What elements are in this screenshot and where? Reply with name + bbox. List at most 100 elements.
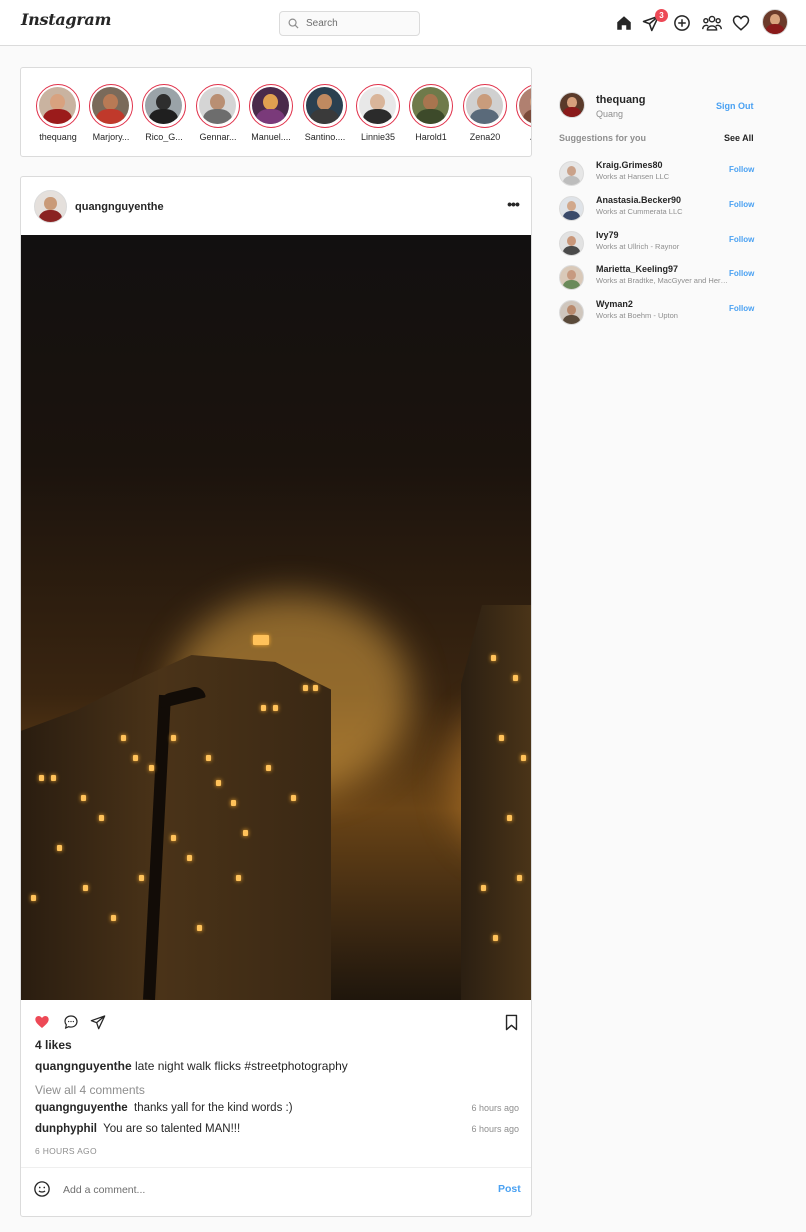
story-item[interactable]: Linnie35 xyxy=(352,84,404,142)
share-icon[interactable] xyxy=(87,1011,109,1033)
suggestion-subtitle: Works at Hansen LLC xyxy=(596,172,670,181)
add-comment-bar: Post xyxy=(21,1167,531,1216)
home-icon[interactable] xyxy=(612,11,636,35)
suggestion-item: Marietta_Keeling97 Works at Bradtke, Mac… xyxy=(559,264,759,292)
comment-row: dunphyphil You are so talented MAN!!! 6 … xyxy=(35,1123,519,1135)
instagram-logo[interactable]: Instagram xyxy=(21,10,111,29)
follow-button[interactable]: Follow xyxy=(729,235,754,244)
suggestion-subtitle: Works at Boehm - Upton xyxy=(596,311,678,320)
post-timestamp: 6 HOURS AGO xyxy=(35,1146,97,1156)
post-author-avatar[interactable] xyxy=(34,190,67,223)
story-username: Rico_G... xyxy=(145,132,183,142)
suggestion-item: Anastasia.Becker90 Works at Cummerata LL… xyxy=(559,195,759,223)
suggestion-username[interactable]: Wyman2 xyxy=(596,299,633,309)
like-heart-icon[interactable] xyxy=(31,1011,53,1033)
suggestion-username[interactable]: Kraig.Grimes80 xyxy=(596,160,663,170)
follow-button[interactable]: Follow xyxy=(729,269,754,278)
top-navigation-bar: Instagram 3 xyxy=(0,0,806,46)
story-avatar xyxy=(306,87,343,124)
story-avatar xyxy=(92,87,129,124)
post-caption: quangnguyenthe late night walk flicks #s… xyxy=(35,1059,348,1073)
messages-badge: 3 xyxy=(655,9,668,22)
post-author-username[interactable]: quangnguyenthe xyxy=(75,201,164,213)
story-avatar xyxy=(359,87,396,124)
suggestion-username[interactable]: Ivy79 xyxy=(596,230,619,240)
suggestion-subtitle: Works at Bradtke, MacGyver and Hermiston xyxy=(596,276,729,285)
story-item[interactable]: thequang xyxy=(32,84,84,142)
comment-text: thanks yall for the kind words :) xyxy=(134,1102,293,1114)
follow-button[interactable]: Follow xyxy=(729,165,754,174)
explore-people-icon[interactable] xyxy=(700,11,724,35)
story-item[interactable]: Alfo xyxy=(512,84,531,142)
search-icon xyxy=(288,18,299,29)
comment-input[interactable] xyxy=(63,1181,463,1199)
suggestion-subtitle: Works at Cummerata LLC xyxy=(596,207,683,216)
comment-username[interactable]: quangnguyenthe xyxy=(35,1102,128,1114)
current-user-avatar[interactable] xyxy=(559,92,585,118)
post-photo[interactable] xyxy=(21,235,531,1000)
new-post-icon[interactable] xyxy=(670,11,694,35)
suggestion-item: Kraig.Grimes80 Works at Hansen LLC Follo… xyxy=(559,160,759,188)
caption-username[interactable]: quangnguyenthe xyxy=(35,1059,132,1073)
suggestion-username[interactable]: Anastasia.Becker90 xyxy=(596,195,681,205)
story-username: thequang xyxy=(39,132,77,142)
building-silhouette xyxy=(21,655,331,1000)
suggestion-avatar[interactable] xyxy=(559,231,584,256)
post-comment-button[interactable]: Post xyxy=(498,1183,521,1195)
comment-icon[interactable] xyxy=(60,1011,82,1033)
profile-avatar[interactable] xyxy=(762,9,788,35)
comment-time: 6 hours ago xyxy=(471,1124,519,1134)
comment-time: 6 hours ago xyxy=(471,1103,519,1113)
follow-button[interactable]: Follow xyxy=(729,304,754,313)
search-box[interactable] xyxy=(279,11,420,36)
comment-row: quangnguyenthe thanks yall for the kind … xyxy=(35,1102,519,1114)
post-header: quangnguyenthe ••• xyxy=(21,177,531,235)
story-avatar xyxy=(412,87,449,124)
story-avatar xyxy=(252,87,289,124)
likes-count[interactable]: 4 likes xyxy=(35,1038,72,1052)
comment-text: You are so talented MAN!!! xyxy=(103,1123,241,1135)
story-username: Gennar... xyxy=(199,132,237,142)
story-avatar xyxy=(519,87,531,124)
story-avatar xyxy=(199,87,236,124)
story-username: Santino.... xyxy=(304,132,346,142)
story-item[interactable]: Manuel.... xyxy=(245,84,297,142)
current-user-username[interactable]: thequang xyxy=(596,94,646,106)
suggestion-item: Ivy79 Works at Ullrich - Raynor Follow xyxy=(559,230,759,258)
emoji-icon[interactable] xyxy=(33,1180,51,1198)
suggestion-avatar[interactable] xyxy=(559,196,584,221)
bookmark-icon[interactable] xyxy=(500,1011,522,1033)
view-all-comments-link[interactable]: View all 4 comments xyxy=(35,1083,145,1097)
stories-tray: thequang Marjory... Rico_G... Gennar... … xyxy=(20,67,532,157)
more-options-icon[interactable]: ••• xyxy=(503,196,523,214)
story-item[interactable]: Harold1 xyxy=(405,84,457,142)
suggestion-subtitle: Works at Ullrich - Raynor xyxy=(596,242,680,251)
activity-heart-icon[interactable] xyxy=(729,11,753,35)
caption-text: late night walk flicks #streetphotograph… xyxy=(135,1059,348,1073)
story-item[interactable]: Marjory... xyxy=(85,84,137,142)
suggestion-item: Wyman2 Works at Boehm - Upton Follow xyxy=(559,299,759,327)
suggestion-avatar[interactable] xyxy=(559,265,584,290)
story-username: Marjory... xyxy=(92,132,130,142)
story-username: Harold1 xyxy=(415,132,447,142)
story-username: Alfo xyxy=(512,132,531,142)
story-item[interactable]: Zena20 xyxy=(459,84,511,142)
suggestion-username[interactable]: Marietta_Keeling97 xyxy=(596,264,678,274)
story-avatar xyxy=(145,87,182,124)
suggestion-avatar[interactable] xyxy=(559,161,584,186)
comment-username[interactable]: dunphyphil xyxy=(35,1123,97,1135)
feed-post: quangnguyenthe ••• 4 likes quangnguyenth… xyxy=(20,176,532,1217)
story-avatar xyxy=(466,87,503,124)
post-actions-bar xyxy=(21,1000,531,1042)
suggestions-heading: Suggestions for you xyxy=(559,133,647,143)
follow-button[interactable]: Follow xyxy=(729,200,754,209)
sign-out-button[interactable]: Sign Out xyxy=(716,101,754,111)
story-item[interactable]: Santino.... xyxy=(299,84,351,142)
suggestion-avatar[interactable] xyxy=(559,300,584,325)
story-item[interactable]: Gennar... xyxy=(192,84,244,142)
search-input[interactable] xyxy=(306,16,414,31)
see-all-link[interactable]: See All xyxy=(724,133,754,143)
current-user-fullname: Quang xyxy=(596,109,624,119)
story-item[interactable]: Rico_G... xyxy=(138,84,190,142)
story-username: Linnie35 xyxy=(360,132,396,142)
